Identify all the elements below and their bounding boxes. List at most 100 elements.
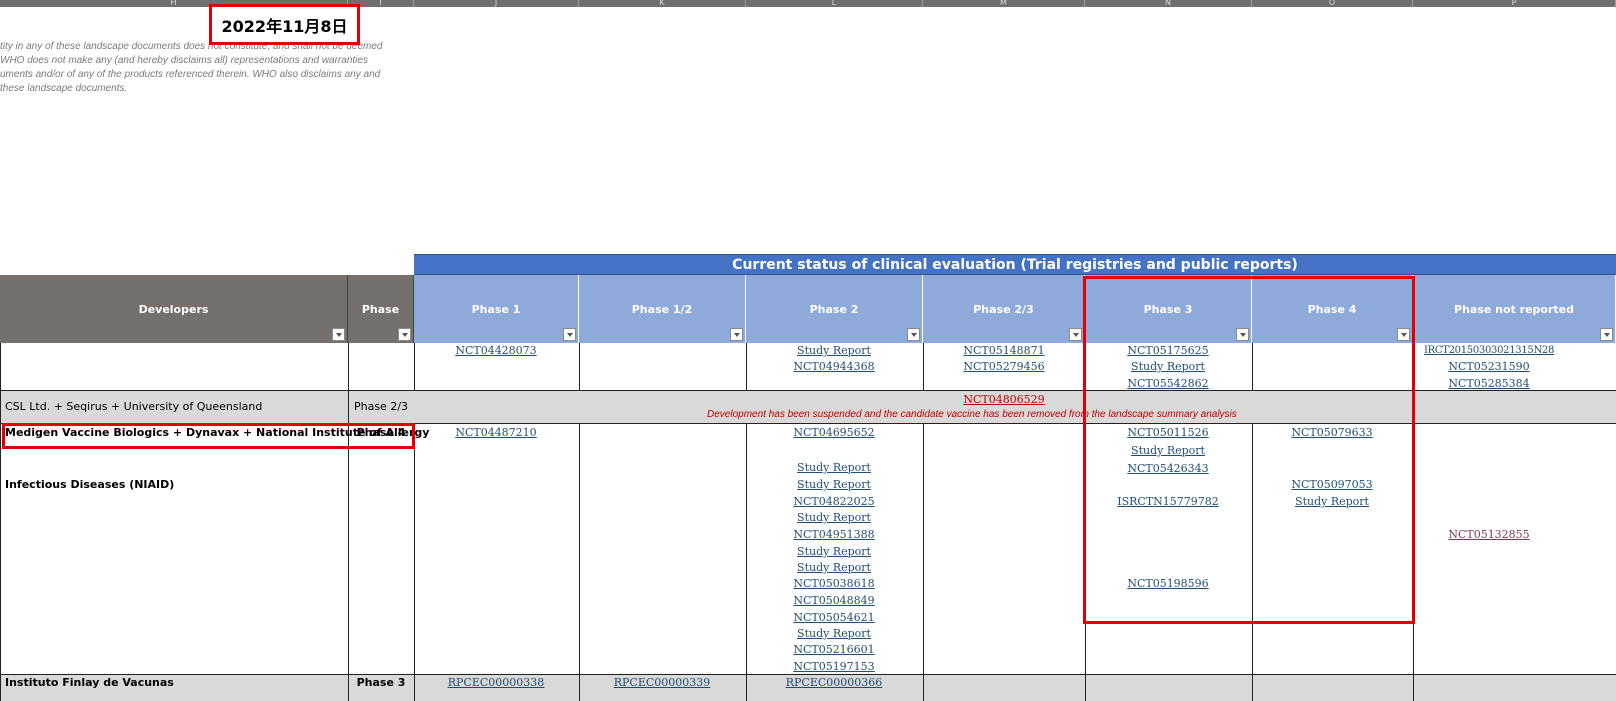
study-report-link[interactable]: Study Report bbox=[797, 627, 871, 640]
trial-link[interactable]: NCT05285384 bbox=[1448, 377, 1529, 390]
grid-line bbox=[414, 343, 415, 391]
trial-link[interactable]: RPCEC00000338 bbox=[448, 676, 545, 689]
grid-line bbox=[0, 674, 1616, 675]
trial-link[interactable]: ISRCTN15779782 bbox=[1117, 495, 1219, 508]
filter-dropdown-icon[interactable] bbox=[907, 328, 920, 341]
grid-line bbox=[746, 343, 747, 391]
phase-value: Phase 2/3 bbox=[353, 400, 409, 413]
trial-link[interactable]: NCT05279456 bbox=[963, 360, 1044, 373]
header-phase-2-3: Phase 2/3 bbox=[923, 275, 1085, 343]
trial-link[interactable]: NCT04695652 bbox=[793, 426, 874, 439]
study-report-link[interactable]: Study Report bbox=[1295, 495, 1369, 508]
grid-line bbox=[348, 343, 349, 701]
trial-link[interactable]: NCT04806529 bbox=[963, 393, 1044, 406]
grid-line bbox=[0, 343, 1, 701]
trial-link[interactable]: NCT05426343 bbox=[1127, 462, 1208, 475]
trial-link[interactable]: NCT05038618 bbox=[793, 577, 874, 590]
header-phase-not-reported: Phase not reported bbox=[1413, 275, 1616, 343]
banner-title: Current status of clinical evaluation (T… bbox=[732, 256, 1298, 273]
disclaimer-line: these landscape documents. bbox=[0, 83, 128, 94]
trial-link[interactable]: NCT05216601 bbox=[793, 643, 874, 656]
filter-dropdown-icon[interactable] bbox=[398, 328, 411, 341]
trial-link[interactable]: RPCEC00000339 bbox=[614, 676, 711, 689]
header-phase-2-label: Phase 2 bbox=[809, 302, 859, 316]
developer-name: CSL Ltd. + Seqirus + University of Queen… bbox=[5, 400, 263, 413]
column-letter-k[interactable]: K bbox=[579, 0, 746, 7]
trial-link[interactable]: NCT05079633 bbox=[1291, 426, 1372, 439]
header-phase-3-label: Phase 3 bbox=[1143, 302, 1193, 316]
date-label: 2022年11月8日 bbox=[221, 16, 348, 36]
disclaimer-text: tity in any of these landscape documents… bbox=[0, 40, 410, 96]
grid-line bbox=[414, 424, 415, 701]
header-phase-2-3-label: Phase 2/3 bbox=[973, 302, 1034, 316]
grid-line bbox=[579, 424, 580, 701]
grid-line bbox=[1085, 424, 1086, 701]
trial-link[interactable]: NCT05198596 bbox=[1127, 577, 1208, 590]
trial-link[interactable]: RPCEC00000366 bbox=[786, 676, 883, 689]
suspension-note: Development has been suspended and the c… bbox=[707, 409, 1237, 420]
date-annotation: 2022年11月8日 bbox=[209, 4, 360, 45]
filter-dropdown-icon[interactable] bbox=[1397, 328, 1410, 341]
study-report-link[interactable]: Study Report bbox=[797, 461, 871, 474]
trial-link[interactable]: IRCT20150303021315N28 bbox=[1424, 344, 1554, 357]
grid-line bbox=[1252, 424, 1253, 701]
trial-link[interactable]: NCT05011526 bbox=[1127, 426, 1208, 439]
column-letter-p[interactable]: P bbox=[1413, 0, 1616, 7]
header-phase-1-2-label: Phase 1/2 bbox=[631, 302, 693, 316]
filter-dropdown-icon[interactable] bbox=[563, 328, 576, 341]
column-letter-l[interactable]: L bbox=[746, 0, 923, 7]
header-phase-2: Phase 2 bbox=[746, 275, 923, 343]
column-letter-j[interactable]: J bbox=[414, 0, 579, 7]
trial-link[interactable]: NCT05175625 bbox=[1127, 344, 1208, 357]
column-letter-o[interactable]: O bbox=[1252, 0, 1413, 7]
grid-line bbox=[1413, 424, 1414, 701]
trial-link[interactable]: NCT04487210 bbox=[455, 426, 536, 439]
filter-dropdown-icon[interactable] bbox=[332, 328, 345, 341]
trial-link[interactable]: NCT05132855 bbox=[1448, 528, 1529, 541]
filter-dropdown-icon[interactable] bbox=[1236, 328, 1249, 341]
column-letter-m[interactable]: M bbox=[923, 0, 1085, 7]
trial-link[interactable]: NCT05097053 bbox=[1291, 478, 1372, 491]
study-report-link[interactable]: Study Report bbox=[1131, 444, 1205, 457]
trial-link[interactable]: NCT05542862 bbox=[1127, 377, 1208, 390]
study-report-link[interactable]: Study Report bbox=[797, 344, 871, 357]
header-phase-label: Phase bbox=[361, 302, 400, 316]
header-developers: Developers bbox=[0, 275, 348, 343]
trial-link[interactable]: NCT04822025 bbox=[793, 495, 874, 508]
grid-line bbox=[0, 390, 1616, 391]
trial-link[interactable]: NCT04428073 bbox=[455, 344, 536, 357]
grid-line bbox=[746, 424, 747, 701]
study-report-link[interactable]: Study Report bbox=[797, 545, 871, 558]
trial-link[interactable]: NCT05197153 bbox=[793, 660, 874, 673]
disclaimer-line: uments and/or of any of the products ref… bbox=[0, 69, 381, 80]
study-report-link[interactable]: Study Report bbox=[1131, 360, 1205, 373]
grid-line bbox=[1085, 343, 1086, 391]
developer-name-continued: Infectious Diseases (NIAID) bbox=[5, 478, 175, 491]
grid-line bbox=[923, 424, 924, 701]
trial-link[interactable]: NCT05231590 bbox=[1448, 360, 1529, 373]
grid-line bbox=[579, 343, 580, 391]
developer-name: Instituto Finlay de Vacunas bbox=[5, 676, 174, 689]
grid-line bbox=[923, 343, 924, 391]
header-phase-1-label: Phase 1 bbox=[471, 302, 521, 316]
column-letter-n[interactable]: N bbox=[1085, 0, 1252, 7]
filter-dropdown-icon[interactable] bbox=[730, 328, 743, 341]
trial-link[interactable]: NCT04951388 bbox=[793, 528, 874, 541]
grid-line bbox=[1413, 343, 1414, 391]
header-developers-label: Developers bbox=[138, 302, 209, 316]
study-report-link[interactable]: Study Report bbox=[797, 511, 871, 524]
study-report-link[interactable]: Study Report bbox=[797, 561, 871, 574]
trial-link[interactable]: NCT05148871 bbox=[963, 344, 1044, 357]
header-phase-3: Phase 3 bbox=[1085, 275, 1252, 343]
trial-link[interactable]: NCT05054621 bbox=[793, 611, 874, 624]
phase-value: Phase 4 bbox=[356, 426, 406, 439]
header-phase-1-2: Phase 1/2 bbox=[579, 275, 746, 343]
phase-value: Phase 3 bbox=[356, 676, 406, 689]
filter-dropdown-icon[interactable] bbox=[1600, 328, 1613, 341]
trial-link[interactable]: NCT04944368 bbox=[793, 360, 874, 373]
trial-link[interactable]: NCT05048849 bbox=[793, 594, 874, 607]
study-report-link[interactable]: Study Report bbox=[797, 478, 871, 491]
filter-dropdown-icon[interactable] bbox=[1069, 328, 1082, 341]
grid-line bbox=[1252, 343, 1253, 391]
header-phase: Phase bbox=[348, 275, 414, 343]
